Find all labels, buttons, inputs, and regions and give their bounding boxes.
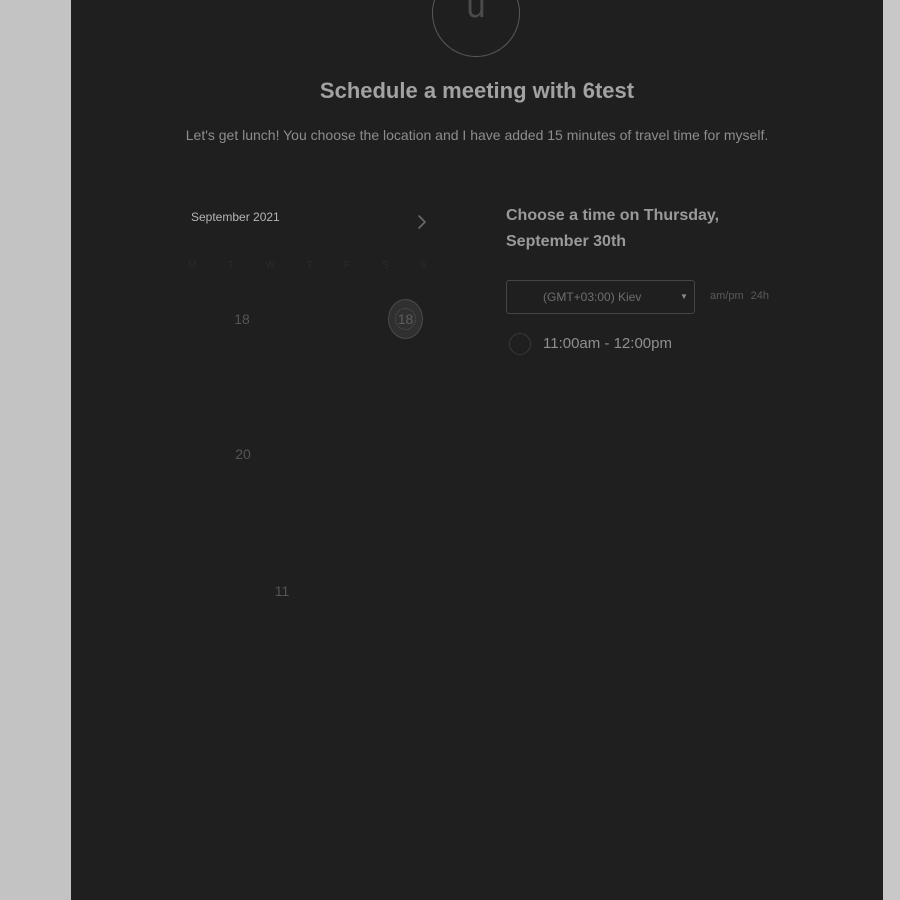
weekday-label: T (306, 260, 314, 271)
calendar-day[interactable]: 11 (271, 582, 293, 600)
time-slot[interactable]: 11:00am - 12:00pm (509, 333, 672, 355)
page-subtitle: Let's get lunch! You choose the location… (185, 127, 769, 143)
time-format-toggle: am/pm 24h (710, 289, 769, 303)
avatar-letter: u (465, 0, 487, 25)
weekday-label: S (382, 260, 390, 271)
caret-down-icon: ▼ (680, 292, 688, 301)
calendar-day-selected[interactable]: 18 (388, 299, 423, 339)
avatar: u (432, 0, 520, 57)
calendar-day[interactable]: 18 (231, 310, 253, 328)
timezone-value: (GMT+03:00) Kiev (543, 290, 642, 304)
scrollbar-track[interactable] (883, 0, 900, 900)
weekday-label: S (420, 260, 428, 271)
booking-panel: u Schedule a meeting with 6test Let's ge… (71, 0, 883, 900)
radio-icon[interactable] (509, 333, 531, 355)
timezone-select[interactable]: (GMT+03:00) Kiev ▼ (506, 280, 695, 314)
selected-day-number: 18 (397, 311, 414, 327)
calendar-day[interactable]: 20 (232, 445, 254, 463)
weekday-label: F (344, 260, 352, 271)
weekday-label: W (265, 260, 277, 271)
calendar-weekdays: M T W T F S S (188, 260, 428, 271)
chevron-right-icon (418, 215, 426, 229)
format-ampm-option[interactable]: am/pm (710, 289, 744, 303)
time-section-heading: Choose a time on Thursday, September 30t… (506, 207, 720, 250)
time-slot-label: 11:00am - 12:00pm (543, 335, 672, 352)
page-title: Schedule a meeting with 6test (319, 78, 635, 103)
next-month-button[interactable] (411, 211, 433, 233)
weekday-label: T (227, 260, 236, 271)
format-24h-option[interactable]: 24h (751, 289, 769, 303)
screen: u Schedule a meeting with 6test Let's ge… (0, 0, 900, 900)
calendar-month-label: September 2021 (191, 210, 280, 224)
weekday-label: M (188, 260, 198, 271)
